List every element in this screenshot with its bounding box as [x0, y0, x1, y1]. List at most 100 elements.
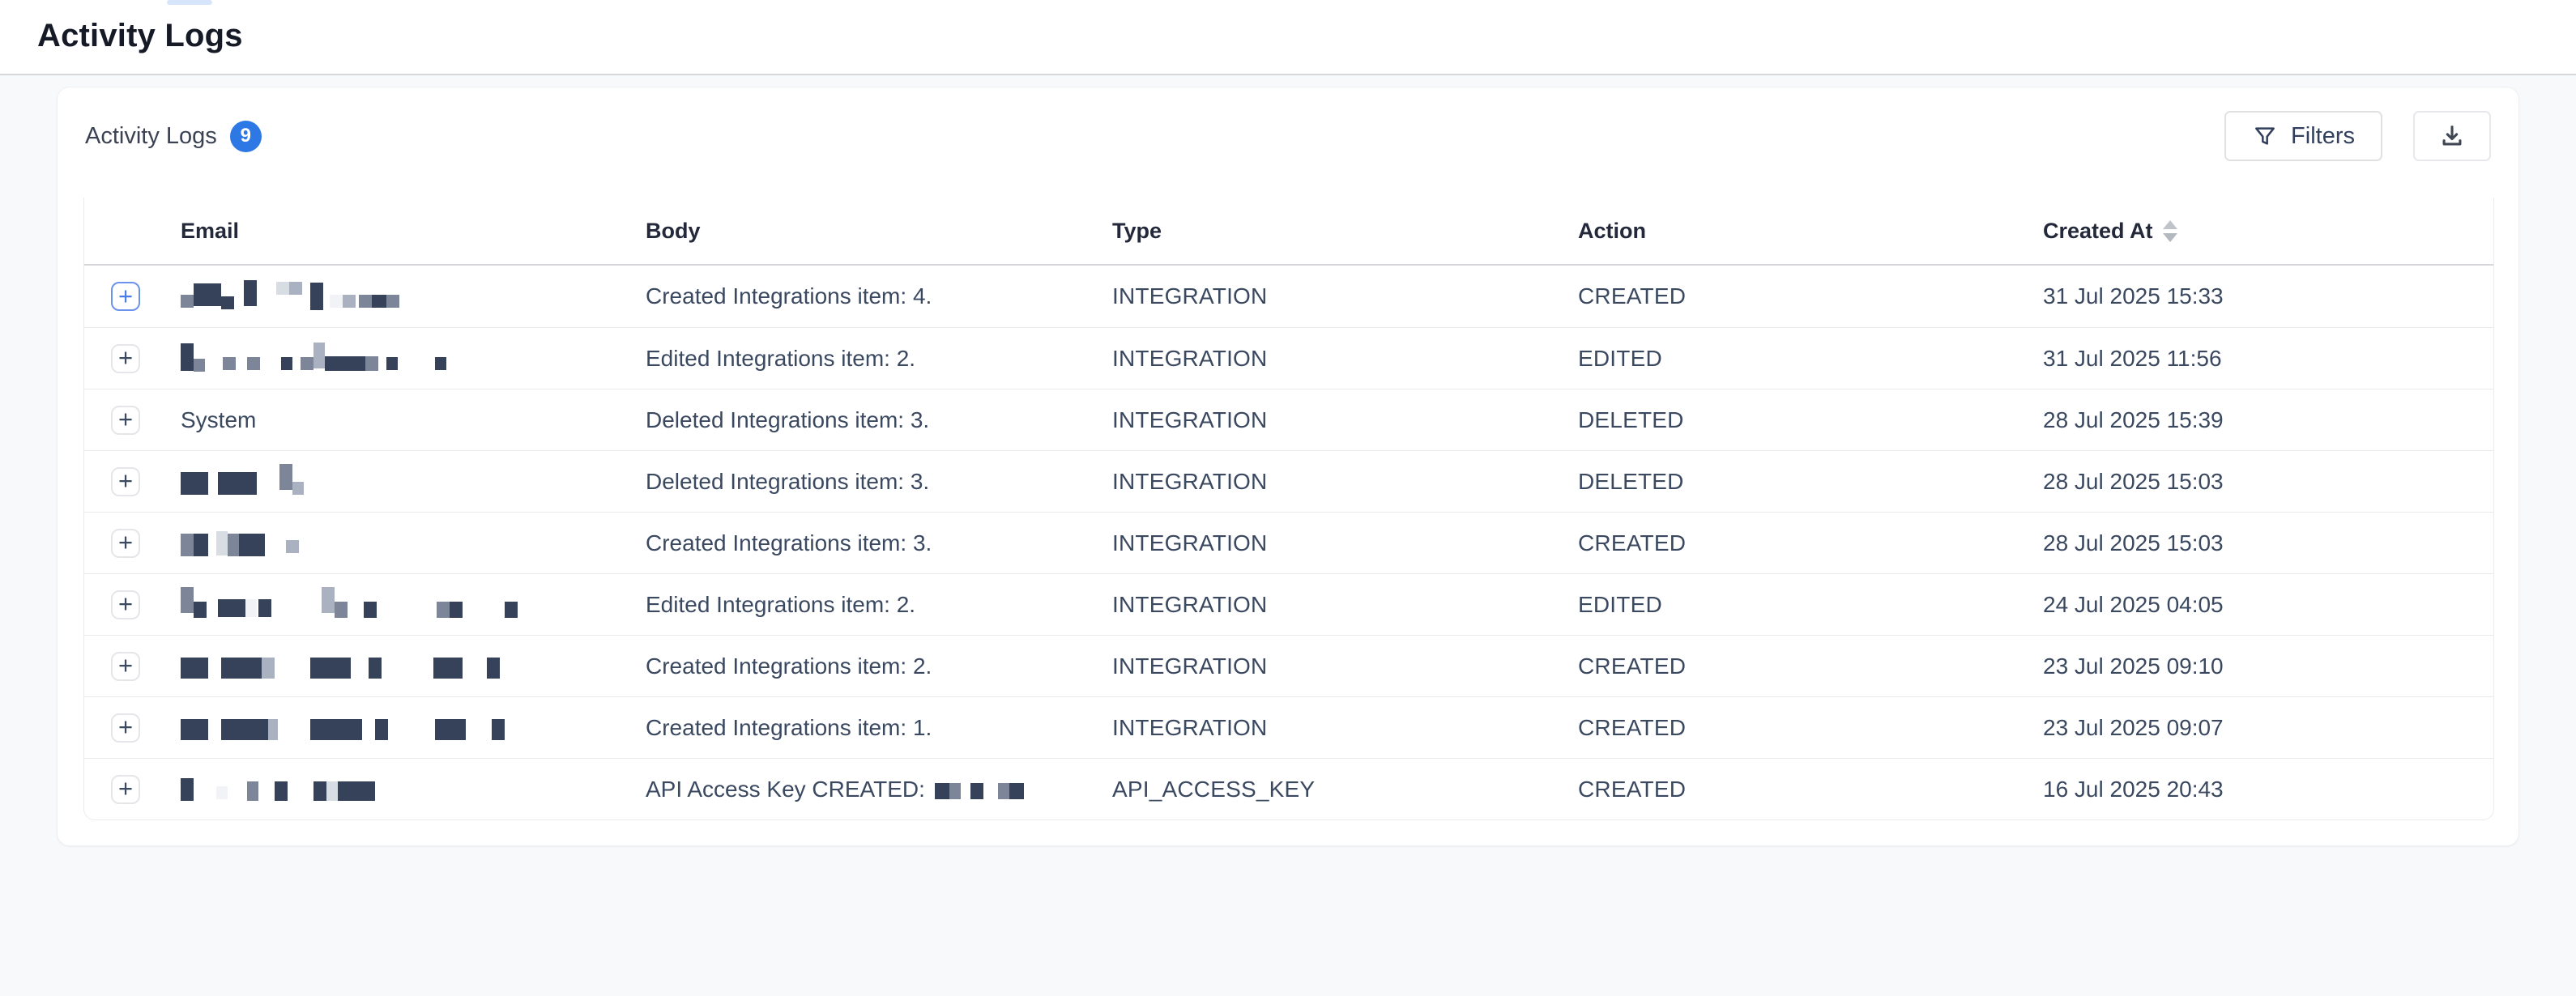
column-header-type: Type: [1112, 219, 1578, 244]
type-cell: API_ACCESS_KEY: [1112, 777, 1578, 802]
expand-row-button[interactable]: +: [111, 590, 140, 619]
type-cell: INTEGRATION: [1112, 530, 1578, 556]
type-cell: INTEGRATION: [1112, 407, 1578, 433]
expand-cell: +: [84, 529, 181, 558]
body-cell: Edited Integrations item: 2.: [646, 346, 1112, 372]
filters-button-label: Filters: [2291, 123, 2355, 150]
action-cell: CREATED: [1578, 653, 2043, 679]
table-row: +Edited Integrations item: 2.INTEGRATION…: [84, 327, 2493, 389]
column-header-label: Created At: [2043, 219, 2153, 244]
created-at-cell: 23 Jul 2025 09:10: [2043, 653, 2493, 679]
created-at-cell: 28 Jul 2025 15:03: [2043, 530, 2493, 556]
action-cell: DELETED: [1578, 469, 2043, 495]
expand-cell: +: [84, 590, 181, 619]
activity-logs-page: Activity Logs Activity Logs 9 Filters: [0, 0, 2576, 996]
body-cell: Deleted Integrations item: 3.: [646, 407, 1112, 433]
created-at-cell: 24 Jul 2025 04:05: [2043, 592, 2493, 618]
email-cell: System: [181, 407, 646, 433]
email-cell: [181, 526, 646, 561]
table-row: + Created Integrations item: 1.INTEGRATIO…: [84, 696, 2493, 758]
export-button[interactable]: [2413, 111, 2491, 161]
action-cell: CREATED: [1578, 283, 2043, 309]
body-cell: Deleted Integrations item: 3.: [646, 469, 1112, 495]
top-bar: Activity Logs: [0, 0, 2576, 75]
plus-icon: +: [118, 530, 133, 555]
type-cell: INTEGRATION: [1112, 653, 1578, 679]
action-cell: CREATED: [1578, 530, 2043, 556]
redacted-email: [181, 587, 646, 623]
expand-cell: +: [84, 467, 181, 496]
body-cell: Created Integrations item: 4.: [646, 283, 1112, 309]
expand-cell: +: [84, 652, 181, 681]
table-row: + Edited Integrations item: 2. INTEGRATION…: [84, 573, 2493, 635]
column-header-label: Type: [1112, 219, 1162, 244]
body-cell: Created Integrations item: 3.: [646, 530, 1112, 556]
type-cell: INTEGRATION: [1112, 469, 1578, 495]
redacted-body-fragment: [925, 772, 1024, 807]
expand-row-button[interactable]: +: [111, 652, 140, 681]
sort-icon[interactable]: [2163, 220, 2177, 242]
expand-row-button[interactable]: +: [111, 282, 140, 311]
action-cell: CREATED: [1578, 715, 2043, 741]
column-header-created-at[interactable]: Created At: [2043, 219, 2493, 244]
column-header-body: Body: [646, 219, 1112, 244]
download-icon: [2438, 122, 2466, 150]
table-header-row: Email Body Type Action Created At: [84, 198, 2493, 266]
email-cell: [181, 464, 646, 500]
redacted-email: [181, 526, 646, 561]
redacted-email: [181, 279, 646, 314]
expand-row-button[interactable]: +: [111, 406, 140, 435]
body-cell: Created Integrations item: 1.: [646, 715, 1112, 741]
expand-cell: +: [84, 344, 181, 373]
created-at-cell: 31 Jul 2025 15:33: [2043, 283, 2493, 309]
action-cell: DELETED: [1578, 407, 2043, 433]
type-cell: INTEGRATION: [1112, 715, 1578, 741]
expand-row-button[interactable]: +: [111, 775, 140, 804]
expand-cell: +: [84, 406, 181, 435]
table-body: + Created Integrations item: 4. INTEGRATIO…: [84, 266, 2493, 819]
email-cell: [181, 710, 646, 746]
table-row: + Deleted Integrations item: 3. INTEGRATIO…: [84, 450, 2493, 512]
expand-row-button[interactable]: +: [111, 344, 140, 373]
body-text: Created Integrations item: 2.: [646, 653, 932, 679]
column-header-action: Action: [1578, 219, 2043, 244]
plus-icon: +: [118, 283, 133, 309]
created-at-cell: 16 Jul 2025 20:43: [2043, 777, 2493, 802]
body-text: API Access Key CREATED:: [646, 777, 925, 802]
action-cell: EDITED: [1578, 592, 2043, 618]
column-header-label: Email: [181, 219, 239, 244]
funnel-icon: [2252, 123, 2278, 149]
email-cell: [181, 649, 646, 684]
action-cell: EDITED: [1578, 346, 2043, 372]
filters-button[interactable]: Filters: [2224, 111, 2382, 161]
expand-cell: +: [84, 282, 181, 311]
body-text: Deleted Integrations item: 3.: [646, 469, 929, 495]
body-text: Created Integrations item: 3.: [646, 530, 932, 556]
redacted-email: [181, 649, 646, 684]
card-header: Activity Logs 9 Filters: [58, 87, 2518, 185]
body-text: Created Integrations item: 4.: [646, 283, 932, 309]
plus-icon: +: [118, 714, 133, 739]
body-cell: API Access Key CREATED:: [646, 772, 1112, 807]
count-badge: 9: [230, 121, 262, 152]
plus-icon: +: [118, 653, 133, 678]
created-at-cell: 28 Jul 2025 15:39: [2043, 407, 2493, 433]
body-cell: Edited Integrations item: 2.: [646, 592, 1112, 618]
column-header-label: Body: [646, 219, 701, 244]
email-cell: [181, 279, 646, 314]
created-at-cell: 23 Jul 2025 09:07: [2043, 715, 2493, 741]
expand-row-button[interactable]: +: [111, 467, 140, 496]
body-text: Edited Integrations item: 2.: [646, 592, 915, 618]
type-cell: INTEGRATION: [1112, 592, 1578, 618]
card-title: Activity Logs: [85, 123, 217, 150]
body-cell: Created Integrations item: 2.: [646, 653, 1112, 679]
table-row: +API Access Key CREATED:API_ACCESS_KEYCR…: [84, 758, 2493, 819]
expand-row-button[interactable]: +: [111, 529, 140, 558]
plus-icon: +: [118, 406, 133, 432]
column-header-label: Action: [1578, 219, 1646, 244]
email-cell: [181, 587, 646, 623]
expand-cell: +: [84, 713, 181, 743]
expand-row-button[interactable]: +: [111, 713, 140, 743]
activity-logs-card: Activity Logs 9 Filters: [57, 87, 2519, 846]
table-row: + SystemDeleted Integrations item: 3.INTE…: [84, 389, 2493, 450]
